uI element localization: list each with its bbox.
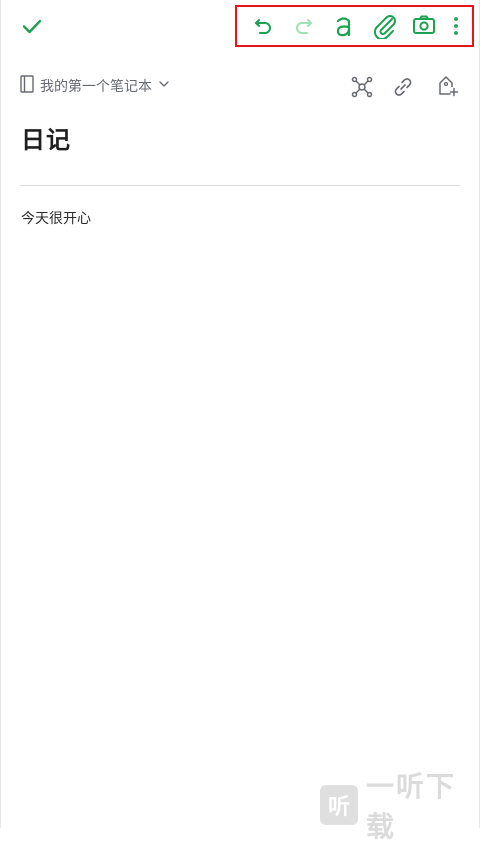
text-format-icon[interactable]: [332, 12, 356, 40]
camera-icon[interactable]: [412, 13, 436, 37]
note-title[interactable]: 日记: [21, 120, 71, 155]
watermark-text: 一听下载: [366, 770, 457, 843]
notebook-name: 我的第一个笔记本: [40, 79, 152, 95]
link-icon[interactable]: [392, 76, 414, 98]
more-vertical-icon[interactable]: [448, 14, 464, 38]
mindmap-icon[interactable]: [351, 76, 373, 98]
title-divider: [20, 185, 460, 186]
watermark-badge: 听: [320, 785, 358, 825]
attachment-icon[interactable]: [372, 13, 398, 39]
redo-icon[interactable]: [290, 13, 316, 39]
screen-frame: [0, 0, 480, 828]
undo-icon[interactable]: [251, 13, 277, 39]
check-icon[interactable]: [20, 14, 44, 38]
watermark: 听 一听下载: [320, 770, 480, 843]
notebook-icon: [20, 75, 34, 97]
notebook-selector[interactable]: 我的第一个笔记本: [20, 75, 170, 97]
tag-add-icon[interactable]: [436, 74, 460, 98]
chevron-down-icon: [158, 78, 170, 94]
note-body[interactable]: 今天很开心: [21, 208, 91, 228]
